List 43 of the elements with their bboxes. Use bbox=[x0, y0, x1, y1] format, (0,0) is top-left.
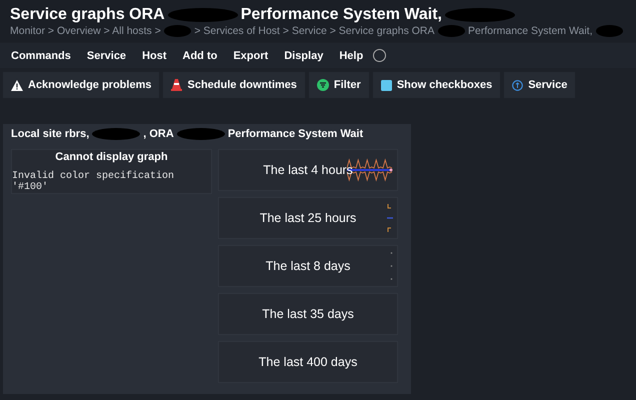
filter-icon bbox=[316, 79, 329, 91]
menu-item[interactable]: Commands bbox=[3, 50, 79, 62]
error-heading: Cannot display graph bbox=[55, 150, 168, 162]
menu-item[interactable]: Service bbox=[78, 50, 134, 62]
timerange-card[interactable]: The last 25 hours bbox=[218, 197, 398, 239]
action-button[interactable]: Show checkboxes bbox=[372, 72, 500, 98]
timerange-label: The last 35 days bbox=[262, 307, 354, 321]
page-title: Service graphs ORA bbox=[10, 6, 165, 24]
menu-item[interactable]: Help bbox=[331, 50, 372, 62]
action-button[interactable]: Acknowledge problems bbox=[3, 72, 160, 98]
error-message: Invalid color specification '#100' bbox=[12, 170, 176, 192]
panel-title: Performance System Wait bbox=[228, 128, 364, 140]
breadcrumb-text[interactable]: Monitor > Overview > All hosts > bbox=[10, 25, 161, 37]
panel-title: , ORA bbox=[143, 128, 174, 140]
timerange-label: The last 4 hours bbox=[263, 163, 353, 177]
traffic-cone-icon bbox=[171, 79, 182, 91]
menu-item[interactable]: Host bbox=[134, 50, 175, 62]
timerange-label: The last 8 days bbox=[266, 259, 350, 273]
menu-item[interactable]: Export bbox=[225, 50, 276, 62]
timerange-card[interactable]: The last 400 days bbox=[218, 341, 398, 383]
timerange-card[interactable]: The last 8 days bbox=[218, 245, 398, 287]
action-button[interactable]: Schedule downtimes bbox=[163, 72, 305, 98]
panel-title: Local site rbrs, bbox=[11, 128, 90, 140]
action-button[interactable]: Filter bbox=[308, 72, 369, 98]
breadcrumb-text[interactable]: > Services of Host > Service > Service graphs ORA bbox=[194, 25, 435, 37]
menu-item[interactable]: Display bbox=[276, 50, 332, 62]
action-button[interactable]: Service bbox=[504, 72, 576, 98]
redaction-mark bbox=[596, 25, 623, 37]
warning-icon bbox=[11, 80, 23, 90]
timerange-card[interactable]: The last 35 days bbox=[218, 293, 398, 335]
graph-thumbnail-drawing bbox=[387, 203, 393, 233]
redaction-mark bbox=[92, 128, 140, 140]
checkbox-icon bbox=[380, 80, 392, 90]
timerange-label: The last 400 days bbox=[258, 355, 358, 369]
redaction-mark bbox=[438, 25, 466, 37]
collapse-icon[interactable] bbox=[373, 49, 386, 62]
timerange-label: The last 25 hours bbox=[260, 211, 356, 225]
timerange-card[interactable]: The last 4 hours bbox=[218, 149, 398, 191]
menu-item[interactable]: Add to bbox=[174, 50, 226, 62]
page-title: Performance System Wait, bbox=[240, 6, 442, 24]
redaction-mark bbox=[164, 25, 192, 37]
breadcrumb-text[interactable]: Performance System Wait, bbox=[468, 25, 592, 37]
redaction-mark bbox=[176, 128, 225, 140]
